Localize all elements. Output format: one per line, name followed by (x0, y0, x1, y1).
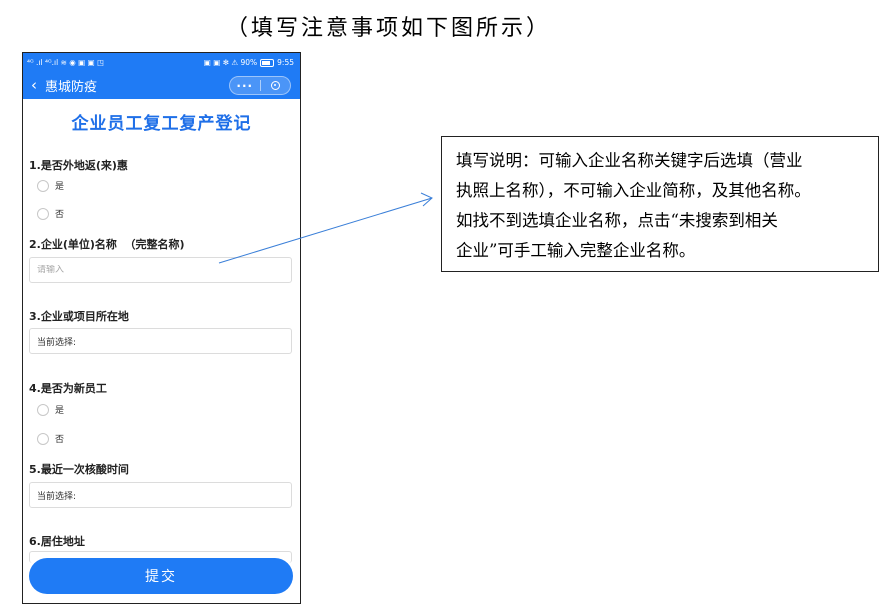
note-line: 如找不到选填企业名称，点击“未搜索到相关 (456, 211, 778, 230)
callout-arrow (218, 192, 433, 264)
note-line: 企业”可手工输入完整企业名称。 (456, 241, 696, 260)
arrow-line (218, 197, 433, 264)
note-line: 填写说明：可输入企业名称关键字后选填（营业 (456, 151, 803, 170)
note-line: 执照上名称），不可输入企业简称，及其他名称。 (456, 181, 811, 200)
instruction-note: 填写说明：可输入企业名称关键字后选填（营业 执照上名称），不可输入企业简称，及其… (441, 136, 879, 272)
